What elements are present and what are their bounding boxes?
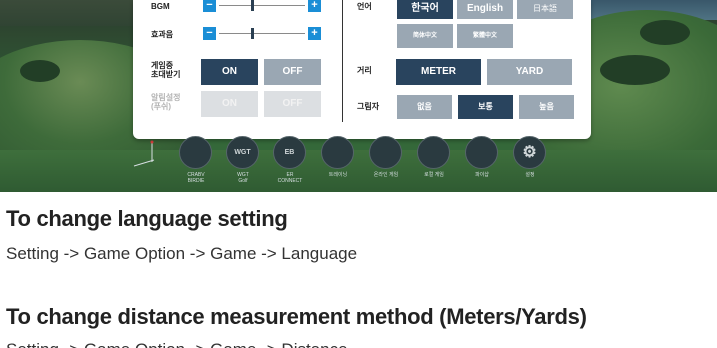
instruction-distance-path: Setting -> Game Option -> Game -> Distan… bbox=[6, 340, 348, 348]
menu-label-training: 트레이닝 bbox=[328, 172, 348, 178]
sfx-label: 효과음 bbox=[151, 30, 174, 39]
er-icon[interactable]: EB bbox=[273, 136, 306, 169]
bgm-slider-knob[interactable] bbox=[250, 0, 254, 11]
notify-label-line2: (푸쉬) bbox=[151, 102, 172, 111]
invite-off-button[interactable]: OFF bbox=[264, 59, 321, 85]
online-icon[interactable] bbox=[369, 136, 402, 169]
golfer-icon[interactable] bbox=[321, 136, 354, 169]
heading-distance-setting: To change distance measurement method (M… bbox=[6, 304, 587, 329]
sfx-increase-button[interactable]: + bbox=[308, 27, 321, 40]
shop-icon[interactable] bbox=[465, 136, 498, 169]
menu-label-er-connect: ER CONNECT bbox=[265, 172, 315, 184]
shadow-label: 그림자 bbox=[357, 102, 380, 111]
pin-flag-icon bbox=[133, 140, 155, 167]
shadow-high-button[interactable]: 높음 bbox=[519, 95, 574, 119]
sfx-slider[interactable]: − + bbox=[203, 27, 321, 41]
menu-label-wgt-golf: WGT Golf bbox=[218, 172, 268, 184]
menu-label-line2: Golf bbox=[238, 178, 248, 184]
language-japanese-button[interactable]: 日本語 bbox=[517, 0, 573, 19]
game-options-panel: BGM − + 효과음 − + 게임중 초대받기 ON OFF 알림설정 (푸쉬… bbox=[133, 0, 591, 139]
bgm-decrease-button[interactable]: − bbox=[203, 0, 216, 12]
cart-icon[interactable] bbox=[417, 136, 450, 169]
bgm-label: BGM bbox=[151, 2, 170, 11]
wgt-icon[interactable]: WGT bbox=[226, 136, 259, 169]
menu-label-online-game: 온라인 게임 bbox=[373, 172, 399, 178]
heading-language-setting: To change language setting bbox=[6, 206, 288, 231]
sky bbox=[0, 0, 133, 26]
invite-label-line2: 초대받기 bbox=[151, 70, 181, 79]
crab-icon[interactable] bbox=[179, 136, 212, 169]
shadow-normal-button[interactable]: 보통 bbox=[458, 95, 513, 119]
language-simplified-chinese-button[interactable]: 简体中文 bbox=[397, 24, 453, 48]
gear-icon[interactable]: ⚙ bbox=[513, 136, 546, 169]
notify-label: 알림설정 (푸쉬) bbox=[151, 93, 180, 111]
notify-off-button[interactable]: OFF bbox=[264, 91, 321, 117]
notify-label-line1: 알림설정 bbox=[151, 93, 181, 102]
invite-label: 게임중 초대받기 bbox=[151, 61, 180, 79]
language-korean-button[interactable]: 한국어 bbox=[397, 0, 453, 19]
sfx-decrease-button[interactable]: − bbox=[203, 27, 216, 40]
fairway bbox=[0, 150, 717, 192]
bgm-slider-track[interactable] bbox=[219, 5, 305, 6]
sfx-slider-knob[interactable] bbox=[250, 28, 254, 39]
menu-label-crabv-birdie: CRABV BIRDIE bbox=[171, 172, 221, 184]
menu-label-shop: 파이샵 bbox=[475, 172, 489, 178]
distance-meter-button[interactable]: METER bbox=[396, 59, 481, 85]
instruction-language-path: Setting -> Game Option -> Game -> Langua… bbox=[6, 244, 358, 263]
menu-label-local-game: 로컬 게임 bbox=[424, 172, 444, 178]
invite-label-line1: 게임중 bbox=[151, 61, 174, 70]
menu-label-line2: BIRDIE bbox=[187, 178, 205, 184]
notify-on-button[interactable]: ON bbox=[201, 91, 258, 117]
game-screenshot: BGM − + 효과음 − + 게임중 초대받기 ON OFF 알림설정 (푸쉬… bbox=[0, 0, 717, 192]
bush bbox=[600, 55, 670, 85]
language-english-button[interactable]: English bbox=[457, 0, 513, 19]
sfx-slider-track[interactable] bbox=[219, 33, 305, 34]
language-label: 언어 bbox=[357, 2, 372, 11]
menu-label-settings: 설정 bbox=[525, 172, 535, 178]
shadow-none-button[interactable]: 없음 bbox=[397, 95, 452, 119]
distance-yard-button[interactable]: YARD bbox=[487, 59, 572, 85]
bush bbox=[640, 20, 690, 45]
bush bbox=[20, 60, 60, 82]
panel-divider bbox=[342, 0, 343, 122]
language-traditional-chinese-button[interactable]: 繁體中文 bbox=[457, 24, 513, 48]
menu-label-line2: CONNECT bbox=[277, 178, 303, 184]
bgm-increase-button[interactable]: + bbox=[308, 0, 321, 12]
invite-on-button[interactable]: ON bbox=[201, 59, 258, 85]
distance-label: 거리 bbox=[357, 66, 372, 75]
bgm-slider[interactable]: − + bbox=[203, 0, 321, 13]
